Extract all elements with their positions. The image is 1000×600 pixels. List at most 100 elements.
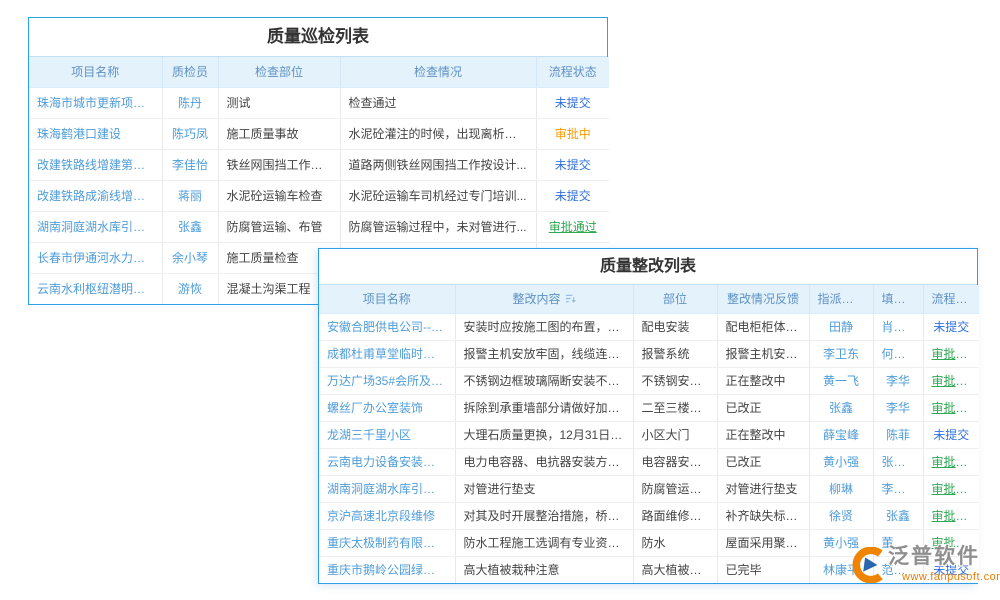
column-header-status: 流程状态: [536, 57, 609, 87]
inspection-situation: 道路两侧铁丝网围挡工作按设计...: [340, 149, 536, 180]
rectification-table-title: 质量整改列表: [319, 249, 977, 285]
table-row: 安徽合肥供电公司--配电设备...安装时应按施工图的布置，将...配电安装配电柜…: [319, 313, 979, 340]
rectify-content: 防水工程施工选调有专业资质...: [455, 529, 633, 556]
assignee-name-link[interactable]: 徐贤: [809, 502, 873, 529]
rectify-content: 高大植被栽种注意: [455, 556, 633, 583]
reporter-name-link[interactable]: 李若若: [873, 475, 923, 502]
status-link[interactable]: 审批通过: [923, 502, 979, 529]
rectify-feedback: 对管进行垫支: [717, 475, 809, 502]
inspector-name-link[interactable]: 张鑫: [162, 211, 218, 242]
assignee-name-link[interactable]: 黄小强: [809, 448, 873, 475]
rectify-feedback: 已完毕: [717, 556, 809, 583]
status-link[interactable]: 审批通过: [923, 394, 979, 421]
watermark: 泛普软件 www.fanpusoft.com: [848, 545, 1000, 588]
status-link[interactable]: 未提交: [536, 149, 609, 180]
assignee-name-link[interactable]: 张鑫: [809, 394, 873, 421]
reporter-name-link[interactable]: 张鑫: [873, 502, 923, 529]
status-link[interactable]: 审批通过: [923, 475, 979, 502]
assignee-name-link[interactable]: 李卫东: [809, 340, 873, 367]
reporter-name-link[interactable]: 肖亚军: [873, 313, 923, 340]
column-header-assignee: 指派人员: [809, 285, 873, 313]
project-name-link[interactable]: 龙湖三千里小区: [319, 421, 455, 448]
assignee-name-link[interactable]: 田静: [809, 313, 873, 340]
project-name-link[interactable]: 重庆市鹅岭公园绿化景观提升...: [319, 556, 455, 583]
rectify-content: 报警主机安放牢固，线缆连接...: [455, 340, 633, 367]
column-header-situation: 检查情况: [340, 57, 536, 87]
table-row: 云南电力设备安装有限公司20...电力电容器、电抗器安装方案,...电容器安装.…: [319, 448, 979, 475]
rectify-content: 对其及时开展整治措施，桥头...: [455, 502, 633, 529]
table-row: 珠海市城市更新项目紫...陈丹测试检查通过未提交: [29, 87, 609, 118]
status-link[interactable]: 审批通过: [536, 211, 609, 242]
rectify-part: 不锈钢安装...: [633, 367, 717, 394]
fanpu-logo-icon: [848, 547, 886, 588]
watermark-url-text: www.fanpusoft.com: [888, 571, 1000, 583]
status-link[interactable]: 未提交: [923, 313, 979, 340]
assignee-name-link[interactable]: 黄一飞: [809, 367, 873, 394]
inspector-name-link[interactable]: 陈丹: [162, 87, 218, 118]
table-row: 珠海鹤港口建设陈巧凤施工质量事故水泥砼灌注的时候，出现离析现象审批中: [29, 118, 609, 149]
reporter-name-link[interactable]: 李华: [873, 394, 923, 421]
table-row: 螺丝厂办公室装饰拆除到承重墙部分请做好加固...二至三楼混...已改正张鑫李华审…: [319, 394, 979, 421]
status-link[interactable]: 审批中: [536, 118, 609, 149]
status-link[interactable]: 未提交: [536, 180, 609, 211]
table-row: 万达广场35#会所及咖啡厅空...不锈钢边框玻璃隔断安装不牢...不锈钢安装..…: [319, 367, 979, 394]
column-header-content[interactable]: 整改内容: [455, 285, 633, 313]
column-header-inspector: 质检员: [162, 57, 218, 87]
table-row: 湖南洞庭湖水库引水工程施工标对管进行垫支防腐管运输...对管进行垫支柳琳李若若审…: [319, 475, 979, 502]
reporter-name-link[interactable]: 陈菲: [873, 421, 923, 448]
rectify-content: 大理石质量更换，12月31日之...: [455, 421, 633, 448]
inspector-name-link[interactable]: 李佳怡: [162, 149, 218, 180]
status-link[interactable]: 未提交: [923, 421, 979, 448]
inspector-name-link[interactable]: 蒋丽: [162, 180, 218, 211]
project-name-link[interactable]: 改建铁路成渝线增建第...: [29, 180, 162, 211]
reporter-name-link[interactable]: 李华: [873, 367, 923, 394]
project-name-link[interactable]: 湖南洞庭湖水库引水工程施工标: [319, 475, 455, 502]
table-row: 京沪高速北京段维修对其及时开展整治措施，桥头...路面维修检...补齐缺失标志.…: [319, 502, 979, 529]
rectify-part: 二至三楼混...: [633, 394, 717, 421]
project-name-link[interactable]: 湖南洞庭湖水库引水工...: [29, 211, 162, 242]
rectify-feedback: 已改正: [717, 394, 809, 421]
column-header-reporter: 填报人: [873, 285, 923, 313]
rectify-content: 电力电容器、电抗器安装方案,...: [455, 448, 633, 475]
status-link[interactable]: 审批通过: [923, 448, 979, 475]
status-link[interactable]: 未提交: [536, 87, 609, 118]
assignee-name-link[interactable]: 柳琳: [809, 475, 873, 502]
inspection-situation: 水泥砼灌注的时候，出现离析现象: [340, 118, 536, 149]
rectify-content: 对管进行垫支: [455, 475, 633, 502]
project-name-link[interactable]: 成都杜甫草堂临时展厅独立展...: [319, 340, 455, 367]
rectify-feedback: 正在整改中: [717, 367, 809, 394]
inspector-name-link[interactable]: 陈巧凤: [162, 118, 218, 149]
table-row: 改建铁路成渝线增建第...蒋丽水泥砼运输车检查水泥砼运输车司机经过专门培训...…: [29, 180, 609, 211]
project-name-link[interactable]: 改建铁路线增建第二线...: [29, 149, 162, 180]
project-name-link[interactable]: 长春市伊通河水力发电...: [29, 242, 162, 273]
reporter-name-link[interactable]: 张小东: [873, 448, 923, 475]
column-header-part: 部位: [633, 285, 717, 313]
rectify-part: 防腐管运输...: [633, 475, 717, 502]
project-name-link[interactable]: 重庆太极制药有限公司亳州中...: [319, 529, 455, 556]
project-name-link[interactable]: 珠海市城市更新项目紫...: [29, 87, 162, 118]
rectify-feedback: 已改正: [717, 448, 809, 475]
project-name-link[interactable]: 珠海鹤港口建设: [29, 118, 162, 149]
inspector-name-link[interactable]: 余小琴: [162, 242, 218, 273]
rectify-part: 报警系统: [633, 340, 717, 367]
assignee-name-link[interactable]: 薛宝峰: [809, 421, 873, 448]
project-name-link[interactable]: 安徽合肥供电公司--配电设备...: [319, 313, 455, 340]
sort-icon[interactable]: [561, 292, 576, 306]
status-link[interactable]: 审批通过: [923, 340, 979, 367]
inspection-part: 铁丝网围挡工作检查: [218, 149, 340, 180]
inspection-part: 测试: [218, 87, 340, 118]
project-name-link[interactable]: 万达广场35#会所及咖啡厅空...: [319, 367, 455, 394]
reporter-name-link[interactable]: 何芷茵: [873, 340, 923, 367]
column-header-project: 项目名称: [29, 57, 162, 87]
rectify-content: 不锈钢边框玻璃隔断安装不牢...: [455, 367, 633, 394]
rectify-feedback: 屋面采用聚氨...: [717, 529, 809, 556]
project-name-link[interactable]: 云南水利枢纽潜明水库...: [29, 273, 162, 304]
project-name-link[interactable]: 云南电力设备安装有限公司20...: [319, 448, 455, 475]
inspection-part: 防腐管运输、布管: [218, 211, 340, 242]
rectify-part: 小区大门: [633, 421, 717, 448]
project-name-link[interactable]: 京沪高速北京段维修: [319, 502, 455, 529]
inspector-name-link[interactable]: 游恢: [162, 273, 218, 304]
project-name-link[interactable]: 螺丝厂办公室装饰: [319, 394, 455, 421]
status-link[interactable]: 审批通过: [923, 367, 979, 394]
table-row: 龙湖三千里小区大理石质量更换，12月31日之...小区大门正在整改中薛宝峰陈菲未…: [319, 421, 979, 448]
